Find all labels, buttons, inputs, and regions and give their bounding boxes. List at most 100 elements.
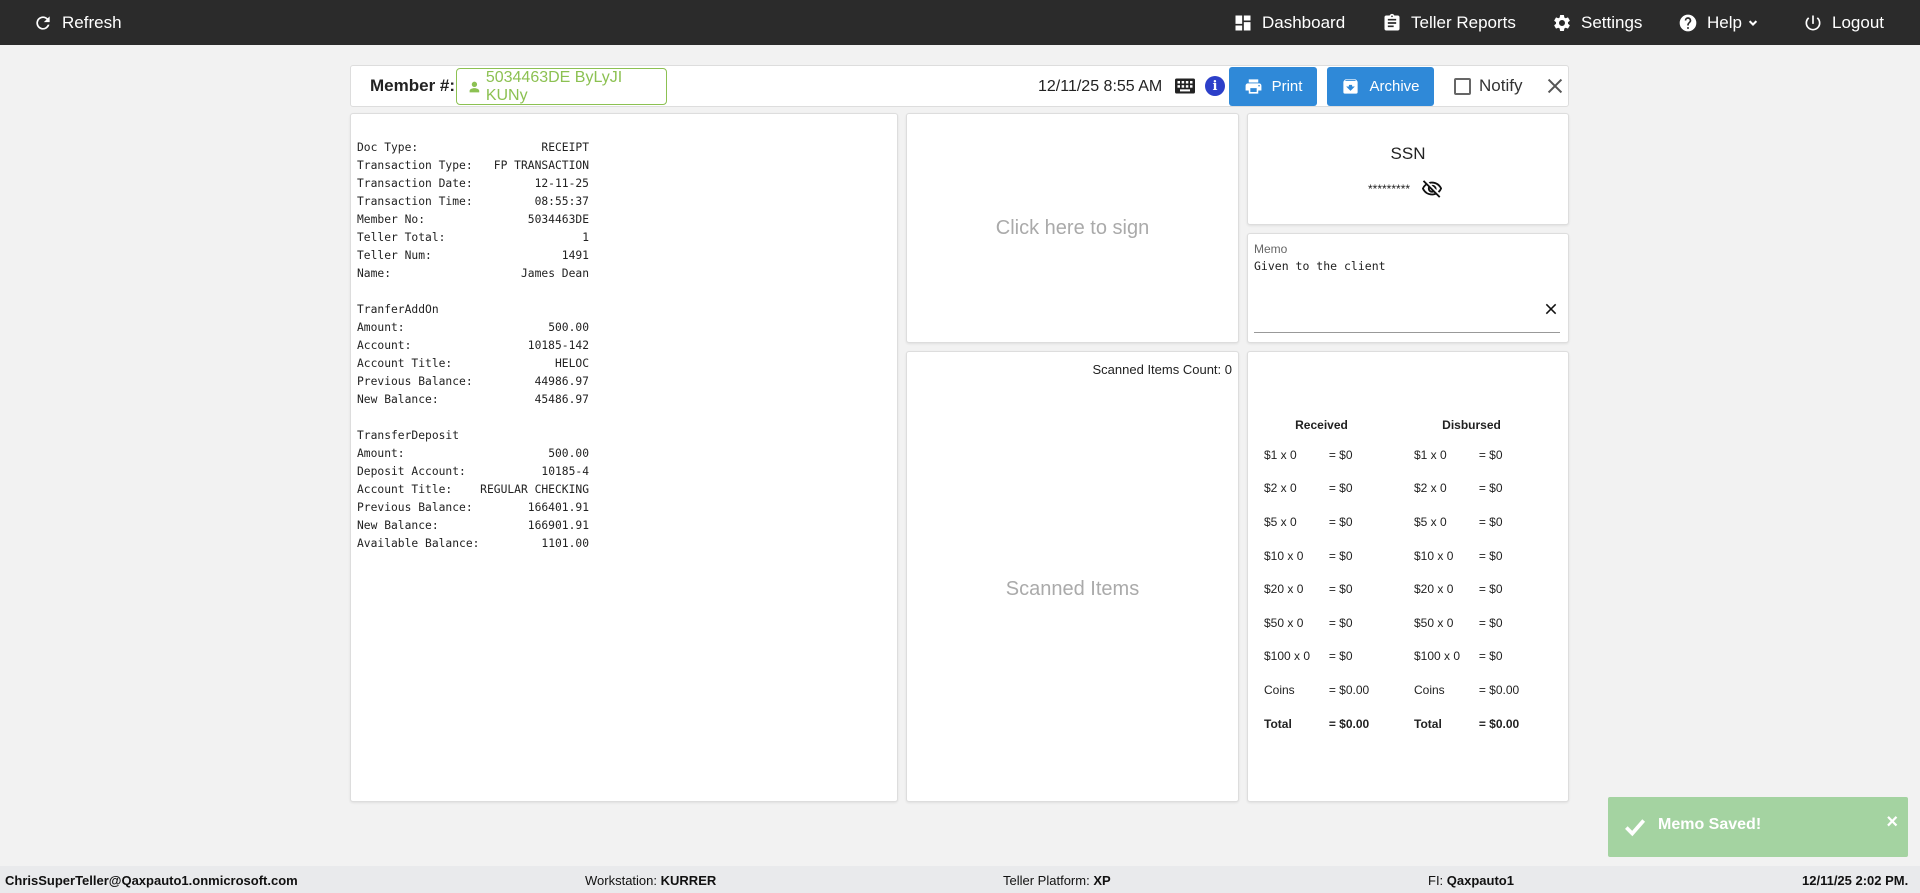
receipt-value: 45486.97 [534, 393, 589, 406]
disbursed-count: Total [1414, 716, 1442, 731]
disbursed-value: = $0 [1478, 649, 1503, 664]
footer-datetime: 12/11/25 2:02 PM. [1802, 873, 1909, 888]
received-value: = $0 [1328, 649, 1353, 664]
notify-label: Notify [1479, 76, 1523, 95]
receipt-value: 10185-142 [527, 339, 589, 352]
receipt-text: Doc Type: RECEIPT Transaction Type: FP TRAN… [357, 139, 589, 553]
received-value: = $0 [1328, 582, 1353, 597]
notify-checkbox-box[interactable] [1454, 77, 1471, 95]
refresh-label: Refresh [62, 12, 122, 32]
cash-table: Received Disbursed $1 x 0 = $0 $1 x 0 = $0 $… [1264, 418, 1564, 740]
receipt-value: 500.00 [548, 447, 589, 460]
refresh-button[interactable]: Refresh [33, 0, 122, 45]
scanned-items-panel: Scanned Items Count: 0 Scanned Items [906, 351, 1239, 802]
disbursed-count: $100 x 0 [1414, 649, 1461, 664]
receipt-key: Transaction Type: [357, 159, 473, 172]
receipt-key: Member No: [357, 213, 426, 226]
cash-header: Received Disbursed [1264, 418, 1564, 438]
receipt-value: 44986.97 [534, 375, 589, 388]
receipt-key: Deposit Account: [357, 465, 466, 478]
notify-checkbox[interactable]: Notify [1454, 76, 1522, 96]
member-header: Member #: 5034463DE ByLyJI KUNy 12/11/25… [350, 65, 1569, 107]
receipt-value: 5034463DE [527, 213, 589, 226]
ssn-masked: ********* [1368, 182, 1411, 196]
receipt-value: 166901.91 [527, 519, 589, 532]
member-value: 5034463DE ByLyJI KUNy [485, 68, 623, 104]
settings-link[interactable]: Settings [1552, 0, 1642, 45]
check-icon [1625, 819, 1646, 837]
receipt-value: HELOC [554, 357, 589, 370]
teller-reports-link[interactable]: Teller Reports [1382, 0, 1516, 45]
receipt-spacer [357, 283, 589, 301]
received-count: $100 x 0 [1264, 649, 1311, 664]
logout-label: Logout [1832, 12, 1884, 32]
receipt-key: Teller Total: [357, 231, 446, 244]
receipt-value: 1 [582, 231, 589, 244]
disbursed-value: = $0.00 [1478, 682, 1520, 697]
receipt-key: Previous Balance: [357, 501, 473, 514]
cash-row: $100 x 0 = $0 $100 x 0 = $0 [1264, 640, 1564, 674]
print-button[interactable]: Print [1229, 67, 1317, 106]
receipt-line: Account Title: REGULAR CHECKING [357, 481, 589, 499]
receipt-key: Available Balance: [357, 537, 480, 550]
scanned-items-count: Scanned Items Count: 0 [1092, 362, 1232, 377]
power-icon [1805, 15, 1821, 30]
status-footer: ChrisSuperTeller@Qaxpauto1.onmicrosoft.c… [0, 866, 1920, 893]
help-menu[interactable]: Help [1678, 0, 1760, 45]
receipt-line: Deposit Account: 10185-4 [357, 463, 589, 481]
chevron-down-icon [1748, 19, 1758, 26]
clear-memo-icon[interactable] [1544, 302, 1558, 316]
logout-button[interactable]: Logout [1803, 0, 1884, 45]
received-value: = $0 [1328, 548, 1353, 563]
receipt-line: TransferDeposit [357, 427, 589, 445]
received-count: $20 x 0 [1264, 582, 1304, 597]
received-count: $2 x 0 [1264, 481, 1297, 496]
receipt-key: Transaction Time: [357, 195, 473, 208]
eye-slash-icon[interactable] [1420, 178, 1444, 200]
info-icon[interactable]: i [1205, 76, 1225, 96]
settings-label: Settings [1581, 12, 1643, 32]
disbursed-value: = $0 [1478, 514, 1503, 529]
receipt-line: Previous Balance: 44986.97 [357, 373, 589, 391]
ssn-value: ********* [1368, 178, 1444, 200]
keyboard-icon[interactable] [1175, 78, 1195, 94]
receipt-value: 08:55:37 [534, 195, 589, 208]
toast-close-button[interactable]: × [1886, 811, 1898, 834]
received-header: Received [1295, 418, 1348, 432]
clipboard-icon [1384, 13, 1400, 31]
receipt-value: James Dean [520, 267, 589, 280]
receipt-line: Teller Total: 1 [357, 229, 589, 247]
transaction-datetime: 12/11/25 8:55 AM [1038, 78, 1163, 95]
memo-input[interactable]: Given to the client [1254, 259, 1386, 273]
cash-row: $50 x 0 = $0 $50 x 0 = $0 [1264, 606, 1564, 640]
receipt-value: 1491 [561, 249, 589, 262]
receipt-key: New Balance: [357, 393, 439, 406]
close-icon[interactable] [1544, 75, 1566, 97]
user-icon [469, 81, 480, 92]
receipt-value: REGULAR CHECKING [480, 483, 589, 496]
member-chip[interactable]: 5034463DE ByLyJI KUNy [456, 68, 667, 105]
received-value: = $0 [1328, 481, 1353, 496]
receipt-line: Transaction Time: 08:55:37 [357, 193, 589, 211]
received-count: Total [1264, 716, 1292, 731]
signature-area[interactable]: Click here to sign [906, 113, 1239, 343]
disbursed-count: $20 x 0 [1414, 582, 1454, 597]
footer-fi: FI: Qaxpauto1 [1428, 873, 1514, 888]
cash-row: $10 x 0 = $0 $10 x 0 = $0 [1264, 539, 1564, 573]
dashboard-label: Dashboard [1262, 12, 1346, 32]
receipt-value: 500.00 [548, 321, 589, 334]
footer-workstation: Workstation: KURRER [585, 873, 717, 888]
received-count: $1 x 0 [1264, 447, 1297, 462]
disbursed-count: $1 x 0 [1414, 447, 1447, 462]
receipt-key: Account Title: [357, 483, 453, 496]
receipt-key: Name: [357, 267, 392, 280]
memo-label: Memo [1254, 242, 1288, 256]
receipt-key: Transaction Date: [357, 177, 473, 190]
received-value: = $0 [1328, 615, 1353, 630]
dashboard-link[interactable]: Dashboard [1233, 0, 1345, 45]
toast-notification: Memo Saved! × [1608, 797, 1908, 857]
receipt-spacer [357, 409, 589, 427]
receipt-line: Account: 10185-142 [357, 337, 589, 355]
receipt-key: Amount: [357, 321, 405, 334]
archive-button[interactable]: Archive [1327, 67, 1434, 106]
